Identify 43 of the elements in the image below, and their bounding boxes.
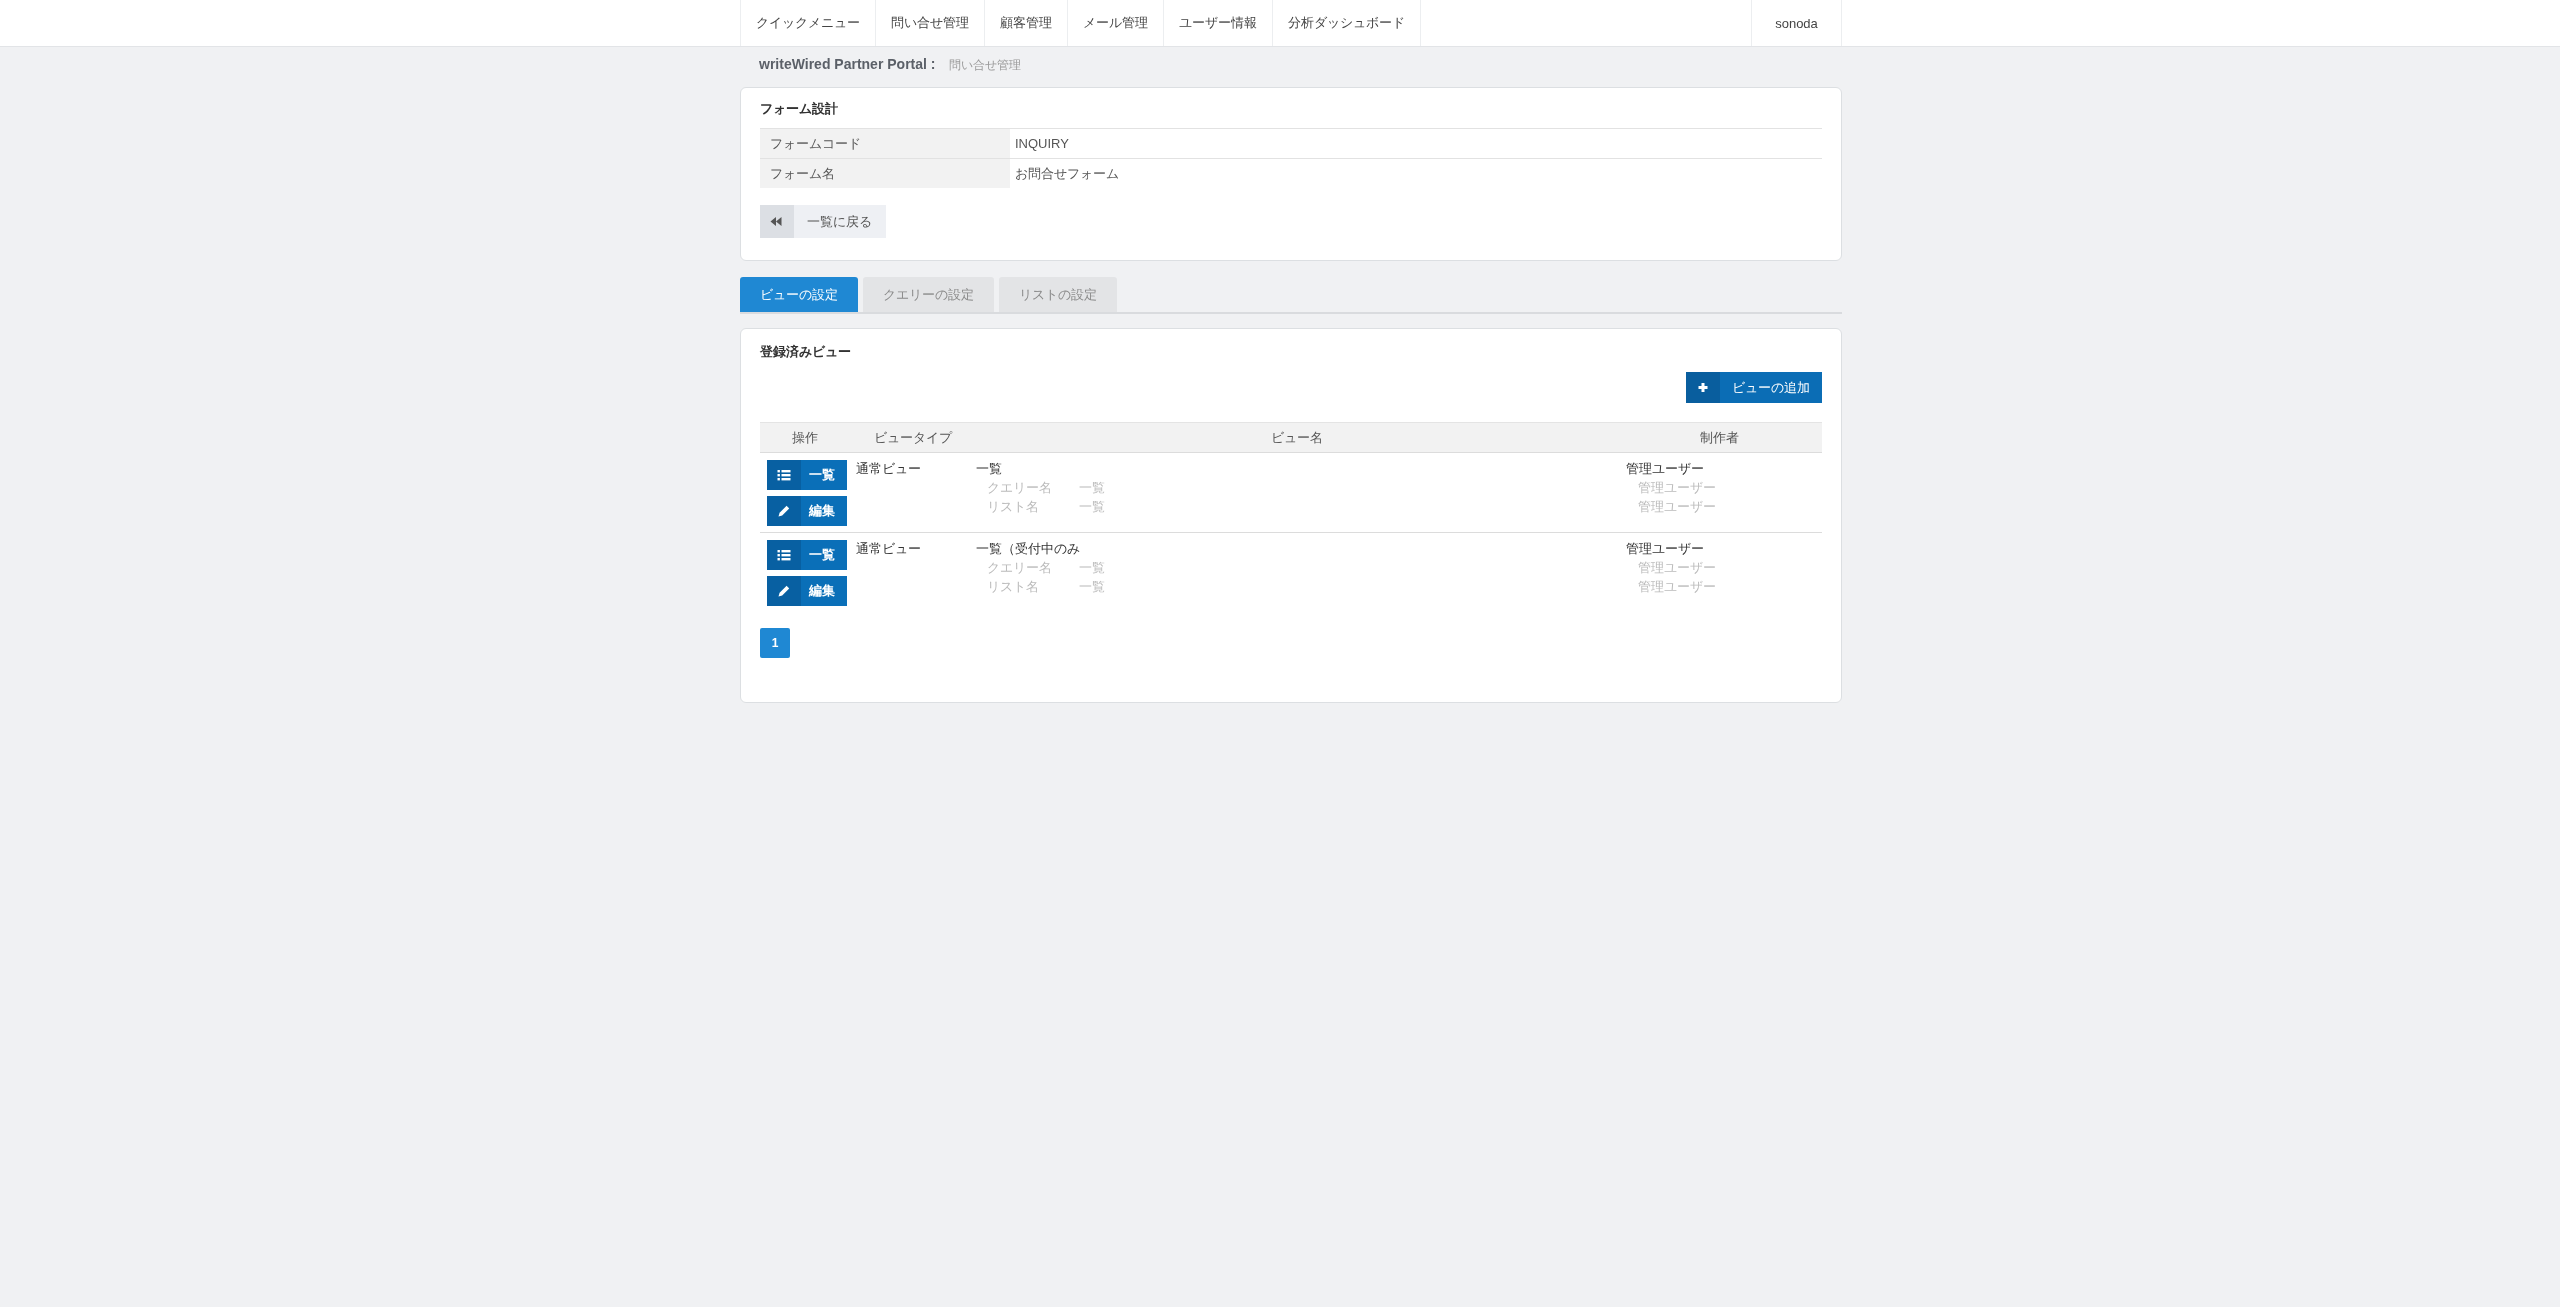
breadcrumb-page: 問い合せ管理	[949, 57, 1022, 74]
nav-item[interactable]: 分析ダッシュボード	[1272, 0, 1421, 46]
list-icon	[767, 540, 801, 570]
plus-icon	[1686, 372, 1720, 403]
column-header: 制作者	[1699, 429, 1740, 447]
card-title: フォーム設計	[760, 100, 839, 118]
view-name: 一覧（受付中のみ	[976, 540, 1080, 558]
tab[interactable]: リストの設定	[999, 277, 1117, 312]
list-button[interactable]: 一覧	[767, 460, 847, 490]
user-menu[interactable]: sonoda	[1751, 0, 1842, 46]
add-view-button[interactable]: ビューの追加	[1686, 372, 1822, 403]
list-icon	[767, 460, 801, 490]
author-name: 管理ユーザー	[1626, 460, 1704, 478]
pencil-icon	[767, 576, 801, 606]
pencil-icon	[767, 496, 801, 526]
tab[interactable]: ビューの設定	[740, 277, 858, 312]
view-type: 通常ビュー	[856, 460, 921, 478]
nav-item[interactable]: ユーザー情報	[1163, 0, 1272, 46]
page-button[interactable]: 1	[760, 628, 790, 658]
detail-label: リスト名	[987, 578, 1040, 596]
tab[interactable]: クエリーの設定	[863, 277, 994, 312]
field-label: フォーム名	[760, 159, 1010, 188]
author-name: 管理ユーザー	[1626, 540, 1704, 558]
list-button[interactable]: 一覧	[767, 540, 847, 570]
view-type: 通常ビュー	[856, 540, 921, 558]
nav-item[interactable]: クイックメニュー	[740, 0, 875, 46]
portal-title: writeWired Partner Portal :	[759, 56, 936, 72]
detail-label: リスト名	[987, 498, 1040, 516]
edit-button[interactable]: 編集	[767, 576, 847, 606]
column-header: 操作	[791, 429, 819, 447]
field-label: フォームコード	[760, 129, 1010, 158]
back-button[interactable]: 一覧に戻る	[760, 205, 886, 238]
nav-item[interactable]: 問い合せ管理	[875, 0, 984, 46]
card-title: 登録済みビュー	[760, 343, 852, 361]
field-value: INQUIRY	[1014, 135, 1070, 153]
column-header: ビュータイプ	[873, 429, 954, 447]
nav-item[interactable]: メール管理	[1067, 0, 1163, 46]
field-value: お問合せフォーム	[1014, 165, 1120, 183]
view-name: 一覧	[976, 460, 1002, 478]
nav-item[interactable]: 顧客管理	[984, 0, 1067, 46]
edit-button[interactable]: 編集	[767, 496, 847, 526]
rewind-icon	[760, 205, 794, 238]
column-header: ビュー名	[1269, 429, 1324, 447]
